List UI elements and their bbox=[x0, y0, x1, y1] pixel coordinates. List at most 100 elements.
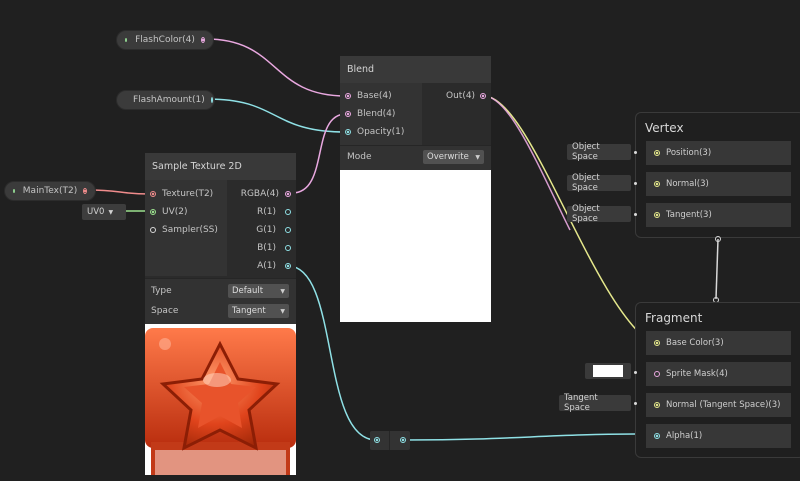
wire-flashamount-opacity bbox=[206, 98, 347, 133]
reroute-node[interactable] bbox=[370, 431, 410, 450]
a-output-label: A(1) bbox=[257, 261, 276, 271]
space-label: Space bbox=[151, 306, 179, 316]
type-label: Type bbox=[151, 286, 172, 296]
blend-node[interactable]: Blend Base(4) Blend(4) Opacity(1) Out(4)… bbox=[340, 56, 491, 322]
flashcolor-property[interactable]: FlashColor(4) bbox=[116, 30, 214, 50]
r-output[interactable]: R(1) bbox=[257, 207, 291, 217]
position-space-chip[interactable]: Object Space bbox=[567, 142, 631, 162]
normal-label: Normal(3) bbox=[666, 179, 709, 189]
b-output[interactable]: B(1) bbox=[257, 243, 291, 253]
fragment-context[interactable]: Fragment Base Color(3) Sprite Mask(4) No… bbox=[635, 302, 800, 458]
b-output-label: B(1) bbox=[257, 243, 276, 253]
g-output[interactable]: G(1) bbox=[256, 225, 291, 235]
reroute-output-port[interactable] bbox=[400, 437, 406, 443]
maintex-output-port[interactable] bbox=[83, 188, 87, 194]
flashcolor-output-port[interactable] bbox=[200, 37, 205, 43]
space-value: Tangent bbox=[232, 306, 266, 316]
sample-texture-title: Sample Texture 2D bbox=[152, 161, 242, 172]
flashamount-property[interactable]: FlashAmount(1) bbox=[116, 90, 215, 110]
sample-texture-node[interactable]: Sample Texture 2D Texture(T2) UV(2) Samp… bbox=[145, 153, 296, 475]
mode-label: Mode bbox=[347, 152, 372, 162]
property-dot bbox=[125, 38, 128, 42]
blend-node-header[interactable]: Blend bbox=[340, 56, 491, 83]
b-output-port[interactable] bbox=[285, 245, 291, 251]
basecolor-port[interactable] bbox=[654, 340, 660, 346]
property-dot bbox=[13, 189, 15, 193]
fragment-normal-space-label: Tangent Space bbox=[564, 393, 598, 413]
r-output-port[interactable] bbox=[285, 209, 291, 215]
fragment-block-basecolor[interactable]: Base Color(3) bbox=[646, 331, 791, 355]
vertex-title: Vertex bbox=[645, 121, 684, 135]
sampler-input-port[interactable] bbox=[150, 227, 156, 233]
vertex-block-tangent[interactable]: Tangent(3) bbox=[646, 203, 791, 227]
wire-maintex-texture bbox=[87, 189, 151, 195]
mode-value: Overwrite bbox=[427, 152, 469, 162]
fragment-block-normal[interactable]: Normal (Tangent Space)(3) bbox=[646, 393, 791, 417]
out-output-port[interactable] bbox=[480, 93, 487, 99]
alpha-label: Alpha(1) bbox=[666, 431, 703, 441]
vertex-context[interactable]: Vertex Position(3) Normal(3) Tangent(3) bbox=[635, 112, 800, 238]
sample-texture-header[interactable]: Sample Texture 2D bbox=[145, 153, 296, 180]
g-output-port[interactable] bbox=[285, 227, 291, 233]
type-dropdown[interactable]: Default ▼ bbox=[228, 284, 289, 298]
texture-input-port[interactable] bbox=[150, 191, 156, 197]
spritemask-color-chip[interactable] bbox=[585, 363, 631, 379]
rgba-output-label: RGBA(4) bbox=[240, 189, 279, 199]
mode-dropdown[interactable]: Overwrite ▼ bbox=[423, 150, 484, 164]
tangent-port[interactable] bbox=[654, 212, 660, 218]
fragment-block-alpha[interactable]: Alpha(1) bbox=[646, 424, 791, 448]
wire-reroute-alpha bbox=[404, 433, 653, 441]
spritemask-port[interactable] bbox=[654, 371, 660, 377]
alpha-port[interactable] bbox=[654, 433, 660, 439]
maintex-property[interactable]: MainTex(T2) bbox=[4, 181, 96, 201]
wire-rgba-blend bbox=[291, 113, 347, 194]
blend-input-opacity[interactable]: Opacity(1) bbox=[345, 127, 404, 137]
flashamount-output-port[interactable] bbox=[210, 97, 213, 103]
rgba-output[interactable]: RGBA(4) bbox=[241, 189, 291, 199]
rgba-output-port[interactable] bbox=[285, 191, 291, 197]
a-output[interactable]: A(1) bbox=[257, 261, 291, 271]
fragment-normal-port[interactable] bbox=[654, 402, 660, 408]
reroute-divider bbox=[389, 431, 390, 450]
blend-input-port[interactable] bbox=[345, 111, 351, 117]
uv0-dropdown[interactable]: UV0 ▼ bbox=[82, 204, 126, 220]
a-output-port[interactable] bbox=[285, 263, 291, 269]
tangent-label: Tangent(3) bbox=[666, 210, 712, 220]
g-output-label: G(1) bbox=[256, 225, 276, 235]
uv-input-port[interactable] bbox=[150, 209, 156, 215]
opacity-input-label: Opacity(1) bbox=[357, 127, 405, 137]
blend-input-blend[interactable]: Blend(4) bbox=[345, 109, 395, 119]
blend-input-label: Blend(4) bbox=[357, 109, 396, 119]
reroute-input-port[interactable] bbox=[374, 437, 380, 443]
star-texture-image bbox=[145, 324, 296, 475]
tangent-space-label: Object Space bbox=[572, 204, 600, 224]
wire-flashcolor-base bbox=[205, 38, 347, 97]
base-input-port[interactable] bbox=[345, 93, 351, 99]
normal-port[interactable] bbox=[654, 181, 660, 187]
sampler-input[interactable]: Sampler(SS) bbox=[150, 225, 218, 235]
vertex-block-normal[interactable]: Normal(3) bbox=[646, 172, 791, 196]
opacity-input-port[interactable] bbox=[345, 129, 351, 135]
fragment-normal-chip-connector bbox=[634, 402, 637, 405]
uv0-value: UV0 bbox=[87, 207, 105, 217]
fragment-normal-space-chip[interactable]: Tangent Space bbox=[559, 393, 631, 413]
blend-input-base[interactable]: Base(4) bbox=[345, 91, 392, 101]
fragment-normal-label: Normal (Tangent Space)(3) bbox=[666, 400, 781, 410]
position-chip-connector bbox=[634, 151, 637, 154]
tangent-chip-connector bbox=[634, 213, 637, 216]
space-dropdown[interactable]: Tangent ▼ bbox=[228, 304, 289, 318]
texture-input[interactable]: Texture(T2) bbox=[150, 189, 213, 199]
fragment-block-spritemask[interactable]: Sprite Mask(4) bbox=[646, 362, 791, 386]
blend-output-out[interactable]: Out(4) bbox=[446, 91, 487, 101]
spritemask-color-swatch[interactable] bbox=[593, 365, 623, 377]
vertex-block-position[interactable]: Position(3) bbox=[646, 141, 791, 165]
position-port[interactable] bbox=[654, 150, 660, 156]
normal-space-chip[interactable]: Object Space bbox=[567, 173, 631, 193]
uv-input[interactable]: UV(2) bbox=[150, 207, 188, 217]
tangent-space-chip[interactable]: Object Space bbox=[567, 204, 631, 224]
spritemask-chip-connector bbox=[634, 371, 637, 374]
vertex-flow-out-port[interactable] bbox=[715, 236, 721, 242]
uv-input-label: UV(2) bbox=[162, 207, 188, 217]
chevron-down-icon: ▼ bbox=[475, 153, 480, 161]
flashcolor-label: FlashColor(4) bbox=[135, 35, 195, 45]
